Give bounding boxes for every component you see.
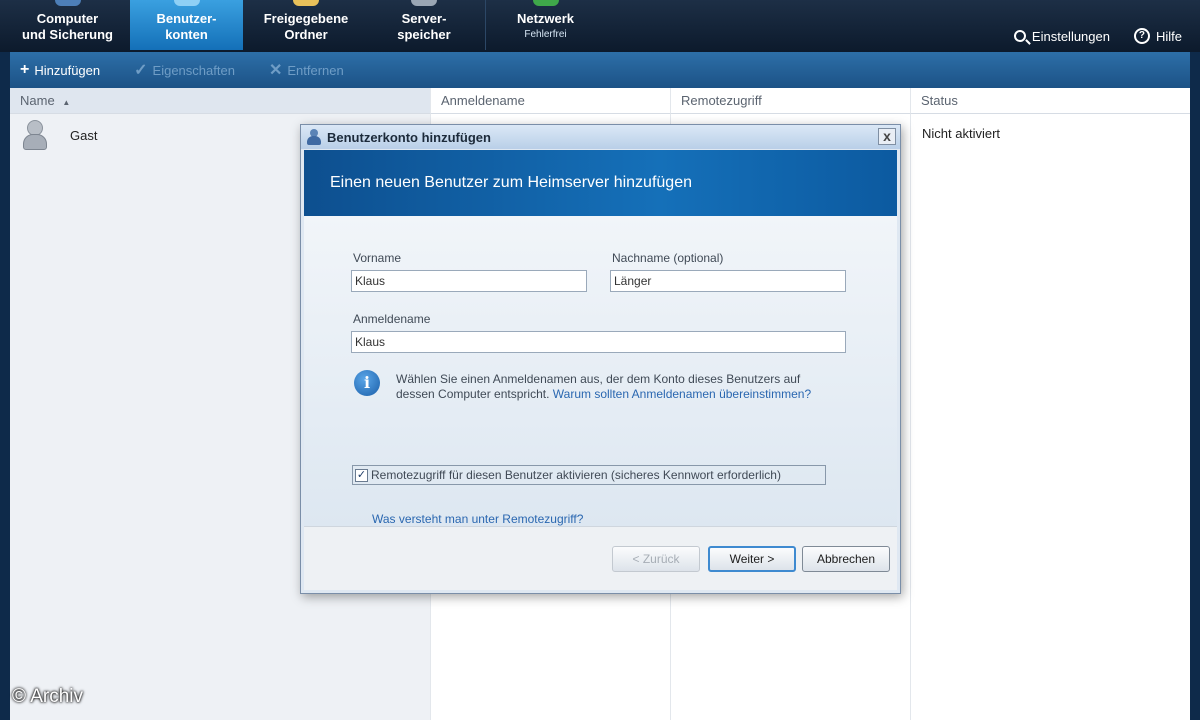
add-user-dialog: Benutzerkonto hinzufügen x Einen neuen B… [300,124,901,594]
row-name: Gast [70,127,98,143]
tab-label-line1: Netzwerk [516,11,575,26]
last-name-label: Nachname (optional) [612,251,724,265]
column-header-name-label: Name [20,93,55,108]
remote-access-help-link[interactable]: Was versteht man unter Remotezugriff? [372,512,583,526]
tab-label-line2: und Sicherung [22,27,113,42]
column-divider [910,114,911,720]
remove-button[interactable]: ✕ Entfernen [269,60,344,80]
dialog-footer: < Zurück Weiter > Abbrechen [304,526,897,590]
remote-access-checkbox[interactable]: ✓ [355,468,368,482]
remote-access-checkbox-row[interactable]: ✓ Remotezugriff für diesen Benutzer akti… [352,465,826,485]
login-name-label: Anmeldename [353,312,431,326]
tab-label-line2: speicher [397,27,451,42]
settings-label: Einstellungen [1031,28,1110,44]
help-label: Hilfe [1155,28,1182,44]
column-header-login[interactable]: Anmeldename [430,88,670,114]
user-account-icon [307,129,321,145]
back-button[interactable]: < Zurück [612,546,700,572]
computer-icon [54,0,81,6]
first-name-field[interactable] [351,270,587,292]
tab-label-line2: konten [165,27,208,42]
help-link-top[interactable]: ? Hilfe [1133,28,1182,44]
server-storage-icon [411,0,437,6]
dialog-titlebar: Benutzerkonto hinzufügen x [301,125,900,149]
first-name-label: Vorname [353,251,402,265]
settings-search-icon [1013,30,1026,42]
add-label: Hinzufügen [34,62,101,78]
info-text: Wählen Sie einen Anmeldenamen aus, der d… [396,372,836,402]
last-name-field[interactable] [610,270,846,292]
user-avatar-icon [20,118,50,152]
sort-ascending-icon: ▲ [62,98,71,107]
properties-button[interactable]: ✓ Eigenschaften [134,60,235,80]
tab-benutzerkonten[interactable]: Benutzer- konten [130,0,243,50]
column-header-name[interactable]: Name ▲ [10,88,430,114]
row-status: Nicht aktiviert [922,126,1001,141]
top-navigation: Computer und Sicherung Benutzer- konten … [0,0,1200,52]
column-header-remote[interactable]: Remotezugriff [670,88,910,114]
dialog-body: Vorname Nachname (optional) Anmeldename … [304,216,897,526]
network-status-text: Fehlerfrei [524,29,567,40]
dialog-title: Benutzerkonto hinzufügen [327,129,491,145]
network-status-icon [532,0,559,6]
properties-label: Eigenschaften [152,62,235,78]
copyright-watermark: © Archiv [12,686,84,707]
tab-netzwerk[interactable]: Netzwerk Fehlerfrei [485,0,605,50]
why-login-names-link[interactable]: Warum sollten Anmeldenamen übereinstimme… [553,387,811,401]
dialog-heading: Einen neuen Benutzer zum Heimserver hinz… [330,174,692,191]
cancel-button[interactable]: Abbrechen [802,546,890,572]
tab-label-line1: Computer [36,11,99,26]
add-button[interactable]: + Hinzufügen [20,61,100,79]
users-icon [173,0,200,6]
remote-access-label: Remotezugriff für diesen Benutzer aktivi… [371,468,781,482]
login-name-field[interactable] [351,331,846,353]
close-button[interactable]: x [878,128,896,145]
folder-icon [293,0,319,6]
tab-freigegebene-ordner[interactable]: Freigegebene Ordner [243,0,369,50]
tab-computer-und-sicherung[interactable]: Computer und Sicherung [5,0,130,50]
tab-label-line1: Benutzer- [156,11,217,26]
remove-x-icon: ✕ [268,62,283,79]
remove-label: Entfernen [287,62,344,78]
tab-label-line1: Server- [401,11,447,26]
next-button[interactable]: Weiter > [708,546,796,572]
help-icon: ? [1133,28,1150,44]
tab-label-line1: Freigegebene [263,11,349,26]
tab-serverspeicher[interactable]: Server- speicher [369,0,479,50]
tab-label-line2: Ordner [284,27,328,42]
plus-icon: + [20,61,30,78]
top-right-links: Einstellungen ? Hilfe [1013,28,1182,44]
settings-link[interactable]: Einstellungen [1013,28,1110,44]
dialog-banner: Einen neuen Benutzer zum Heimserver hinz… [304,150,897,216]
column-header-status[interactable]: Status [910,88,1190,114]
checkmark-icon: ✓ [134,62,148,79]
info-icon: i [354,370,380,396]
toolbar: + Hinzufügen ✓ Eigenschaften ✕ Entfernen [10,52,1190,88]
